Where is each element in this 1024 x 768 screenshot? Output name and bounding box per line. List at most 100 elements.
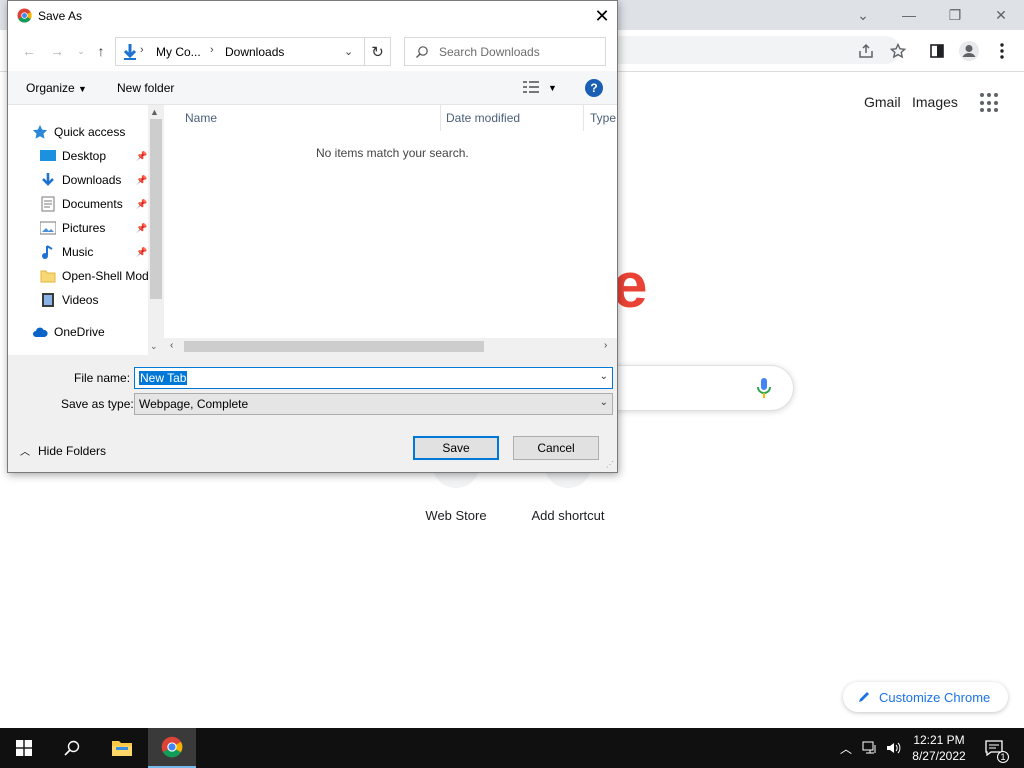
customize-chrome-button[interactable]: Customize Chrome (843, 682, 1008, 712)
nav-scrollbar[interactable]: ▲ ⌄ (148, 105, 164, 355)
breadcrumb-downloads[interactable]: Downloads (225, 45, 284, 59)
taskbar-chrome[interactable] (148, 728, 196, 768)
nav-item-label: Quick access (54, 125, 126, 139)
forward-arrow-icon[interactable]: → (48, 41, 66, 61)
nav-item-label: Downloads (62, 173, 122, 187)
voice-search-mic-icon[interactable] (753, 376, 775, 400)
nav-item-label: Documents (62, 197, 123, 211)
command-bar: Organize ▼ New folder ▼ ? (8, 71, 617, 105)
column-header-name[interactable]: Name (185, 111, 217, 125)
dialog-titlebar[interactable]: Save As ✕ (8, 1, 617, 31)
view-options-icon[interactable] (523, 80, 539, 97)
back-arrow-icon[interactable]: ← (20, 41, 38, 61)
video-icon (42, 293, 54, 307)
images-link[interactable]: Images (912, 94, 958, 110)
file-list: Name Date modified Type No items match y… (164, 105, 617, 355)
taskbar-file-explorer[interactable] (98, 728, 146, 768)
refresh-button[interactable]: ↻ (364, 37, 391, 66)
pin-icon: 📌 (136, 199, 148, 209)
google-apps-icon[interactable] (980, 93, 1000, 113)
document-icon (41, 196, 55, 212)
resize-grip-icon[interactable]: ⋰ (606, 460, 614, 469)
network-icon[interactable] (862, 740, 878, 756)
shortcut-label: Add shortcut (531, 508, 605, 523)
search-box[interactable] (404, 37, 606, 66)
recent-locations-chevron-icon[interactable]: ⌄ (72, 41, 90, 61)
cancel-button[interactable]: Cancel (513, 436, 599, 460)
column-separator[interactable] (583, 105, 584, 131)
hscrollbar-thumb[interactable] (184, 341, 484, 352)
tab-search-chevron-icon[interactable]: ⌄ (840, 0, 886, 30)
nav-item-label: Open-Shell Mod (62, 269, 149, 283)
column-separator[interactable] (440, 105, 441, 131)
scroll-left-icon[interactable]: ‹ (170, 340, 173, 351)
customize-chrome-label: Customize Chrome (879, 689, 991, 705)
dialog-title: Save As (38, 9, 83, 23)
breadcrumb-my-computer[interactable]: My Co... (156, 45, 201, 59)
organize-label: Organize (26, 81, 75, 95)
breadcrumb-chevron-icon: › (140, 44, 144, 56)
minimize-button[interactable]: — (886, 0, 932, 30)
search-input[interactable] (439, 43, 599, 61)
nav-item-label: Desktop (62, 149, 107, 163)
pin-icon: 📌 (136, 247, 148, 257)
new-folder-button[interactable]: New folder (117, 81, 174, 95)
nav-item-label: Videos (62, 293, 99, 307)
file-explorer-icon (112, 741, 132, 756)
share-icon[interactable] (854, 39, 878, 63)
view-dropdown-icon[interactable]: ▼ (548, 83, 557, 93)
clock-time: 12:21 PM (913, 733, 965, 747)
dialog-close-button[interactable]: ✕ (587, 1, 617, 31)
restore-button[interactable]: ❐ (932, 0, 978, 30)
pictures-icon (40, 221, 56, 235)
save-button[interactable]: Save (413, 436, 499, 460)
address-dropdown-icon[interactable]: ⌄ (344, 45, 353, 58)
address-bar[interactable]: › My Co... › Downloads ⌄ (115, 37, 365, 66)
save-as-type-value: Webpage, Complete (139, 397, 249, 411)
pin-icon: 📌 (136, 223, 148, 233)
nav-item-label: Pictures (62, 221, 106, 235)
breadcrumb-chevron-icon: › (210, 44, 214, 56)
start-button[interactable] (0, 728, 48, 768)
help-button[interactable]: ? (585, 79, 603, 97)
music-icon (42, 245, 53, 259)
taskbar-clock[interactable]: 12:21 PM 8/27/2022 (900, 732, 978, 764)
chrome-logo-icon (161, 736, 183, 758)
dialog-navbar: ← → ⌄ ↑ › My Co... › Downloads ⌄ ↻ (8, 31, 617, 71)
chrome-menu-icon[interactable] (990, 39, 1014, 63)
file-name-input[interactable]: New Tab ⌄ (134, 367, 613, 389)
up-arrow-icon[interactable]: ↑ (92, 41, 110, 61)
save-as-type-label: Save as type: (61, 397, 134, 411)
close-window-button[interactable]: ✕ (978, 0, 1024, 30)
profile-avatar-icon[interactable] (957, 39, 981, 63)
desktop-icon (40, 150, 56, 161)
column-header-date-modified[interactable]: Date modified (446, 111, 520, 125)
scroll-right-icon[interactable]: › (604, 340, 607, 351)
empty-message: No items match your search. (316, 146, 469, 160)
pencil-icon (859, 692, 869, 702)
file-name-value: New Tab (139, 371, 188, 385)
nav-item-label: OneDrive (54, 325, 105, 339)
scroll-up-icon[interactable]: ▲ (150, 107, 159, 117)
gmail-link[interactable]: Gmail (864, 94, 901, 110)
scroll-down-icon[interactable]: ⌄ (150, 341, 158, 352)
file-name-label: File name: (74, 371, 131, 385)
file-name-dropdown-icon[interactable]: ⌄ (600, 371, 608, 382)
show-hidden-icons-chevron-icon[interactable]: ︿ (838, 740, 854, 756)
taskbar-search-button[interactable] (48, 728, 96, 768)
taskbar: ︿ 12:21 PM 8/27/2022 1 (0, 728, 1024, 768)
search-icon (416, 46, 428, 58)
bookmark-star-icon[interactable] (886, 39, 910, 63)
save-as-type-dropdown-icon[interactable]: ⌄ (600, 397, 608, 408)
side-panel-icon[interactable] (925, 39, 949, 63)
column-header-type[interactable]: Type (590, 111, 616, 125)
search-icon (64, 740, 80, 756)
save-as-type-select[interactable]: Webpage, Complete ⌄ (134, 393, 613, 415)
hide-folders-button[interactable]: ︿ Hide Folders (20, 443, 106, 459)
star-icon (32, 125, 48, 139)
notification-badge: 1 (997, 751, 1009, 763)
file-list-hscrollbar[interactable]: ‹ › (164, 338, 617, 355)
organize-menu[interactable]: Organize ▼ (26, 81, 87, 95)
nav-scrollbar-thumb[interactable] (150, 119, 162, 299)
folder-icon (40, 270, 56, 283)
